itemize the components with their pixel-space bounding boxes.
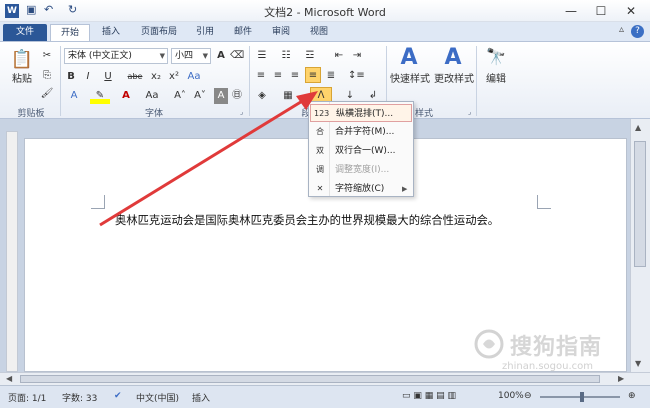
watermark-text: 搜狗指南 [510,335,603,360]
annotation-arrow-line [99,98,305,227]
watermark-logo [474,329,504,359]
annotation-arrow-head [296,91,318,110]
watermark: 搜狗指南 zhinan.sogou.com [470,327,630,375]
watermark-url: zhinan.sogou.com [502,361,594,372]
